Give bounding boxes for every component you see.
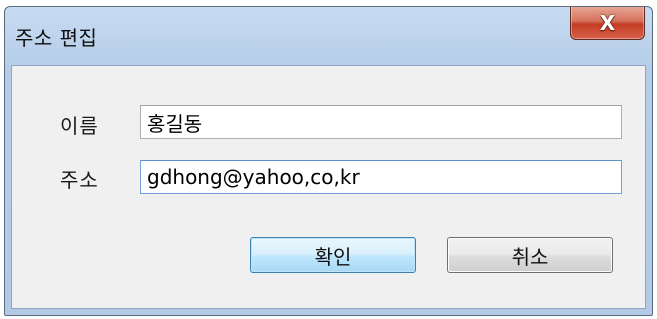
- edit-address-dialog: 주소 편집 X 이름 주소 확인 취소: [4, 6, 653, 316]
- close-button[interactable]: X: [570, 7, 645, 40]
- ok-button[interactable]: 확인: [250, 237, 416, 273]
- address-field[interactable]: [140, 160, 622, 194]
- title-bar[interactable]: 주소 편집 X: [5, 7, 652, 65]
- name-field[interactable]: [140, 105, 622, 139]
- close-icon: X: [599, 11, 616, 35]
- dialog-body: 이름 주소 확인 취소: [11, 65, 646, 309]
- name-label: 이름: [60, 114, 99, 138]
- dialog-title: 주소 편집: [15, 26, 98, 50]
- address-label: 주소: [60, 168, 99, 192]
- cancel-button[interactable]: 취소: [447, 237, 613, 273]
